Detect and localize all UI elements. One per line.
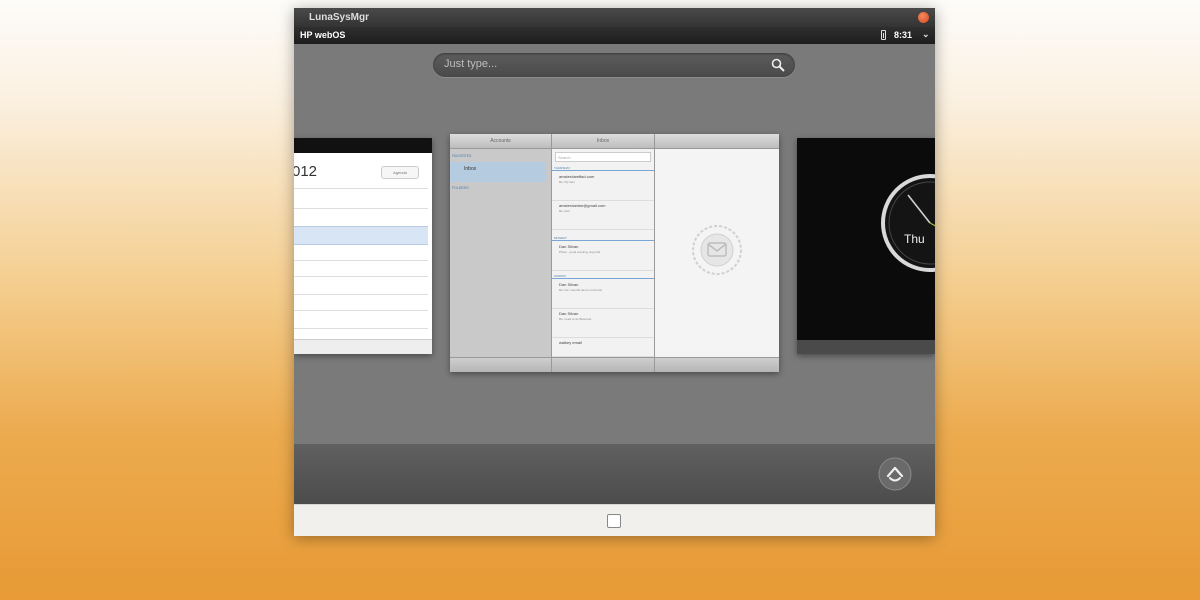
accounts-footer xyxy=(450,357,551,372)
message-list-item[interactable]: Dan Silvan Re: Fw: new file items on the… xyxy=(552,280,654,309)
message-sender: Dan Silvan xyxy=(559,311,579,316)
just-type-search-bar[interactable]: Just type... xyxy=(433,53,795,77)
message-list-item[interactable]: amsterdamke@gmail.com Re: item xyxy=(552,201,654,230)
agenda-button[interactable]: Agenda xyxy=(381,166,419,179)
message-preview: Re: Fw: new file items on the list xyxy=(559,288,603,292)
rotate-icon[interactable] xyxy=(878,457,912,491)
message-list-item[interactable]: amsterdamffad.com Re: My item xyxy=(552,172,654,201)
calendar-divider xyxy=(294,260,428,261)
calendar-divider xyxy=(294,310,428,311)
calendar-divider xyxy=(294,276,428,277)
inbox-footer-toolbar xyxy=(552,357,654,372)
message-preview: Re: My item xyxy=(559,180,576,184)
clock-day-label: Thu xyxy=(904,232,925,246)
lunasysmgr-window: LunaSysMgr HP webOS 8:31 ⌄ Just type... … xyxy=(294,8,935,536)
card-view-stage: Just type... 012 Agenda Accounts FAVORIT… xyxy=(294,44,935,444)
calendar-divider xyxy=(294,188,428,189)
home-button[interactable] xyxy=(607,514,621,528)
message-sender: amsterdamffad.com xyxy=(559,174,595,179)
search-placeholder: Just type... xyxy=(444,58,498,70)
clock-app-card[interactable]: Thu xyxy=(797,138,935,354)
date-group-label: SUNDAY xyxy=(552,274,654,279)
calendar-year: 012 xyxy=(294,163,318,180)
calendar-footer xyxy=(294,339,432,354)
date-group-label: THURSDAY xyxy=(552,166,654,171)
message-list-item[interactable]: Dan Silvan Photo - good evening, Aug 2nd xyxy=(552,242,654,271)
webos-status-bar: HP webOS 8:31 ⌄ xyxy=(294,27,935,44)
accounts-pane: Accounts FAVORITES Inbox FOLDERS xyxy=(450,134,552,372)
device-menu-label[interactable]: HP webOS xyxy=(300,30,345,40)
message-sender: amsterdamke@gmail.com xyxy=(559,203,606,208)
message-preview: Re: need to do Beta test xyxy=(559,317,592,321)
launcher-dock xyxy=(294,444,935,504)
inbox-header: Inbox xyxy=(552,134,654,149)
message-list-item[interactable]: Dan Silvan Re: need to do Beta test xyxy=(552,309,654,338)
inbox-pane: Inbox Search THURSDAY amsterdamffad.com … xyxy=(552,134,655,372)
calendar-divider xyxy=(294,208,428,209)
search-icon[interactable] xyxy=(771,58,785,72)
clock-face-icon xyxy=(881,174,935,272)
accounts-header: Accounts xyxy=(450,134,551,149)
card-top-bar xyxy=(294,138,432,153)
clock-card-footer xyxy=(797,340,935,354)
status-clock: 8:31 xyxy=(894,30,913,40)
calendar-selected-row xyxy=(294,226,428,245)
calendar-divider xyxy=(294,294,428,295)
close-icon[interactable] xyxy=(918,12,929,23)
message-view-header xyxy=(655,134,779,149)
battery-icon xyxy=(881,30,886,40)
message-sender: Dan Silvan xyxy=(559,282,579,287)
gesture-bar xyxy=(294,504,935,536)
message-sender: Dan Silvan xyxy=(559,244,579,249)
account-inbox-item[interactable]: Inbox xyxy=(450,162,546,182)
chevron-down-icon[interactable]: ⌄ xyxy=(922,29,930,40)
message-list-item[interactable]: walkey email xyxy=(552,338,654,357)
account-inbox-label: Inbox xyxy=(464,166,477,172)
message-view-footer-toolbar xyxy=(655,357,779,372)
email-logo-icon xyxy=(692,225,742,275)
date-group-label: MONDAY xyxy=(552,236,654,241)
message-view-pane xyxy=(655,134,779,372)
email-app-card[interactable]: Accounts FAVORITES Inbox FOLDERS Inbox S… xyxy=(450,134,779,372)
message-preview: Photo - good evening, Aug 2nd xyxy=(559,250,601,254)
message-sender: walkey email xyxy=(559,340,582,345)
window-titlebar[interactable]: LunaSysMgr xyxy=(294,8,935,27)
window-title: LunaSysMgr xyxy=(309,12,370,23)
calendar-app-card[interactable]: 012 Agenda xyxy=(294,138,432,354)
folders-section-label: FOLDERS xyxy=(452,186,469,190)
message-preview: Re: item xyxy=(559,209,571,213)
calendar-divider xyxy=(294,328,428,329)
inbox-search-field[interactable]: Search xyxy=(555,152,651,162)
favorites-section-label: FAVORITES xyxy=(452,154,472,158)
